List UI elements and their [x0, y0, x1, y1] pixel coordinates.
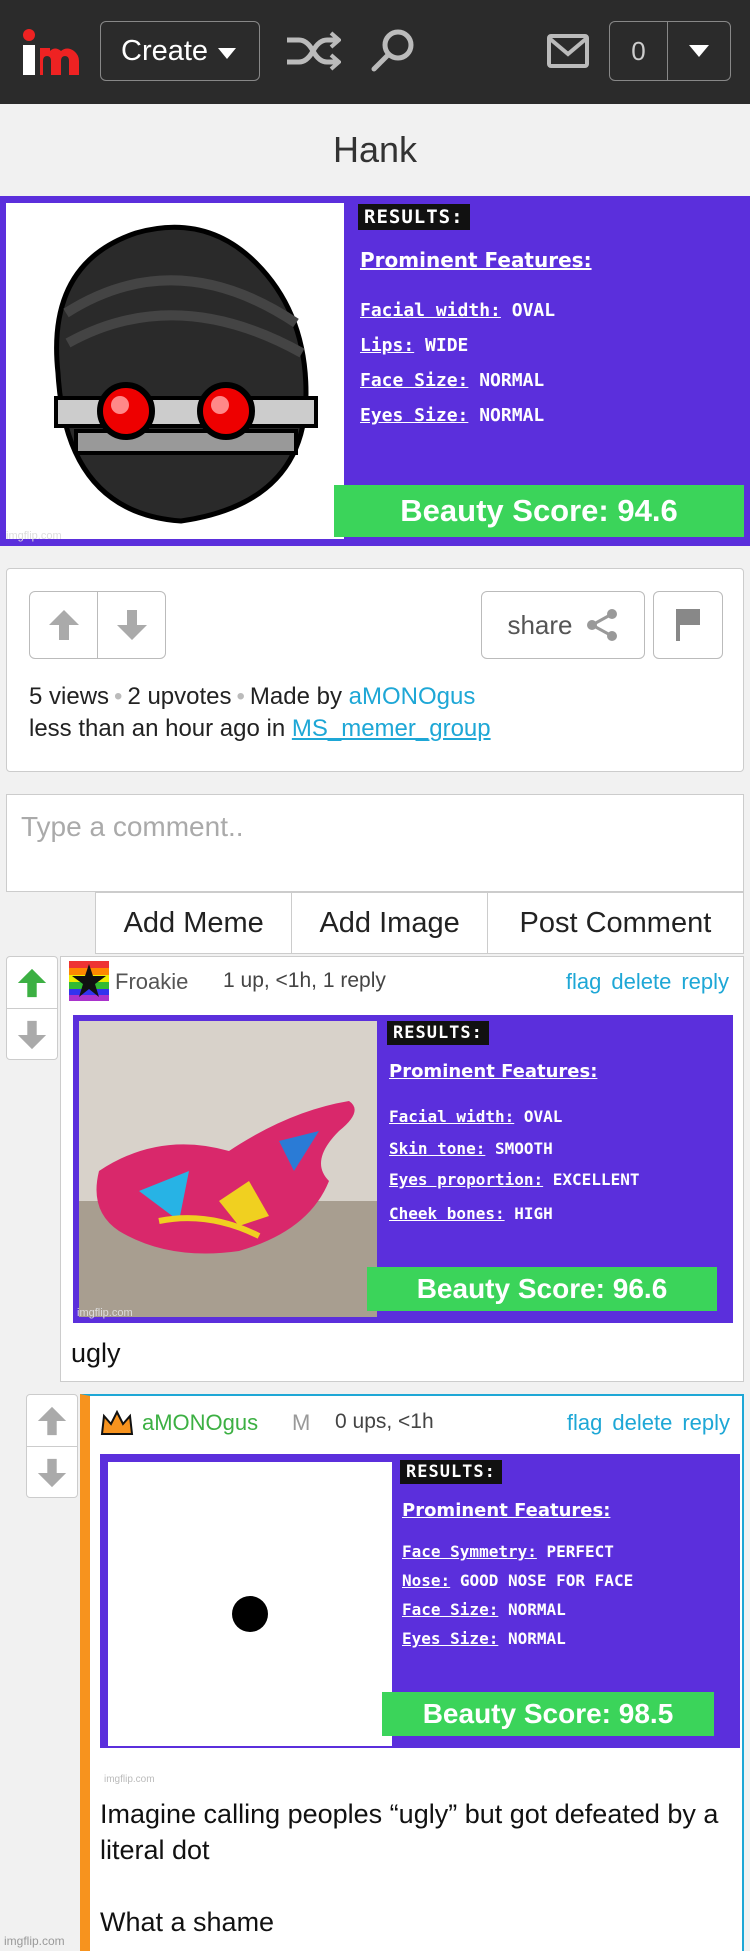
arrow-down-icon [17, 1020, 47, 1050]
arrow-up-icon [17, 968, 47, 997]
caret-down-icon [218, 47, 237, 59]
feature-row: Face Size: NORMAL [360, 370, 545, 391]
results-tag: RESULTS: [358, 204, 470, 230]
notifications-button[interactable]: 0 [609, 21, 731, 81]
comment-text: Imagine calling peoples “ugly” but got d… [100, 1799, 719, 1937]
comment-actions: flag delete reply [556, 969, 729, 995]
reply-link[interactable]: reply [681, 969, 729, 994]
search-icon[interactable] [370, 27, 416, 73]
feature-row: Facial width: OVAL [360, 300, 556, 321]
feature-row: Skin tone: SMOOTH [389, 1139, 553, 1158]
watermark: imgflip.com [77, 1307, 133, 1319]
downvote-button[interactable] [7, 1009, 57, 1061]
views-count: 5 views [29, 683, 110, 710]
posted-line: less than an hour ago in MS_memer_group [29, 715, 491, 743]
mod-badge: M [292, 1410, 311, 1435]
results-tag: RESULTS: [387, 1021, 489, 1045]
post-comment-button[interactable]: Post Comment [488, 893, 743, 953]
watermark: imgflip.com [6, 530, 62, 542]
beauty-score: Beauty Score: 98.5 [382, 1692, 714, 1736]
comment-meta: 1 up, <1h, 1 reply [223, 969, 386, 992]
delete-link[interactable]: delete [611, 969, 671, 994]
comment-username[interactable]: Froakie [115, 969, 188, 995]
arrow-up-icon [37, 1406, 67, 1435]
meme-image: RESULTS: Prominent Features: Facial widt… [0, 196, 750, 546]
comment: Froakie 1 up, <1h, 1 reply flag delete rep… [60, 956, 744, 1382]
made-by-label: Made by [249, 683, 342, 710]
dot-picture [108, 1462, 392, 1746]
glove-picture [79, 1021, 377, 1317]
comment-vote-buttons [26, 1394, 78, 1498]
comment-meta: 0 ups, <1h [335, 1410, 434, 1433]
watermark: imgflip.com [104, 1774, 155, 1785]
beauty-score: Beauty Score: 96.6 [367, 1267, 717, 1311]
feature-row: Facial width: OVAL [389, 1107, 563, 1126]
results-tag: RESULTS: [400, 1460, 502, 1484]
footer-watermark: imgflip.com [4, 1934, 65, 1948]
top-navbar: Create 0 [0, 0, 750, 104]
feature-row: Eyes Size: NORMAL [402, 1629, 566, 1648]
mail-icon[interactable] [547, 34, 589, 68]
imgflip-logo[interactable] [22, 28, 82, 76]
feature-row: Face Size: NORMAL [402, 1600, 566, 1619]
feature-row: Nose: GOOD NOSE FOR FACE [402, 1571, 634, 1590]
comment-vote-buttons [6, 956, 58, 1060]
time-label: less than an hour ago in [29, 715, 286, 742]
chevron-down-icon[interactable] [668, 22, 730, 80]
share-button[interactable]: share [481, 591, 645, 659]
add-meme-button[interactable]: Add Meme [96, 893, 293, 953]
hank-picture [6, 203, 344, 539]
arrow-up-icon [48, 610, 79, 640]
user-avatar[interactable] [69, 961, 109, 1001]
comment-input[interactable]: Type a comment.. [6, 794, 744, 892]
features-heading: Prominent Features: [360, 248, 592, 272]
comment-image: RESULTS: Prominent Features: Facial widt… [73, 1015, 733, 1323]
comment-text: ugly [71, 1338, 121, 1368]
vote-buttons [29, 591, 166, 659]
flag-link[interactable]: flag [566, 969, 601, 994]
downvote-button[interactable] [27, 1447, 77, 1499]
add-image-button[interactable]: Add Image [292, 893, 488, 953]
flag-button[interactable] [653, 591, 723, 659]
feature-row: Face Symmetry: PERFECT [402, 1542, 614, 1561]
page-title: Hank [332, 129, 418, 170]
downvote-button[interactable] [98, 592, 165, 658]
comment-username[interactable]: aMONOgus [142, 1410, 258, 1436]
upvote-button[interactable] [27, 1395, 77, 1447]
notification-count: 0 [610, 22, 668, 80]
upvotes-count: 2 upvotes [127, 683, 232, 710]
reply-link[interactable]: reply [682, 1410, 730, 1435]
comment: aMONOgus M 0 ups, <1h flag delete reply RE… [80, 1394, 744, 1951]
feature-row: Cheek bones: HIGH [389, 1204, 553, 1223]
flag-icon [676, 609, 700, 641]
comment-placeholder: Type a comment.. [21, 811, 244, 842]
feature-row: Lips: WIDE [360, 335, 469, 356]
stream-link[interactable]: MS_memer_group [292, 715, 491, 742]
features-heading: Prominent Features: [402, 1500, 611, 1521]
upvote-button[interactable] [30, 592, 98, 658]
comment-actions: Add Meme Add Image Post Comment [95, 892, 744, 954]
upvote-button[interactable] [7, 957, 57, 1009]
create-label: Create [121, 34, 209, 67]
shuffle-icon[interactable] [285, 30, 343, 72]
post-stats-card: share 5 views • 2 upvotes • Made by aMONOgus… [6, 568, 744, 772]
stats-line: 5 views • 2 upvotes • Made by aMONOgus [29, 683, 476, 710]
beauty-score: Beauty Score: 94.6 [334, 485, 744, 537]
share-icon [586, 609, 617, 641]
flag-link[interactable]: flag [567, 1410, 602, 1435]
feature-row: Eyes proportion: EXCELLENT [389, 1170, 640, 1189]
arrow-down-icon [116, 610, 147, 640]
features-heading: Prominent Features: [389, 1061, 598, 1082]
crown-icon [100, 1410, 134, 1435]
create-dropdown-button[interactable]: Create [100, 21, 260, 81]
author-link[interactable]: aMONOgus [349, 683, 476, 710]
comment-image: RESULTS: Prominent Features: Face Symmet… [100, 1454, 740, 1748]
feature-row: Eyes Size: NORMAL [360, 405, 545, 426]
delete-link[interactable]: delete [612, 1410, 672, 1435]
arrow-down-icon [37, 1458, 67, 1488]
share-label: share [507, 609, 573, 640]
comment-actions: flag delete reply [557, 1410, 730, 1436]
